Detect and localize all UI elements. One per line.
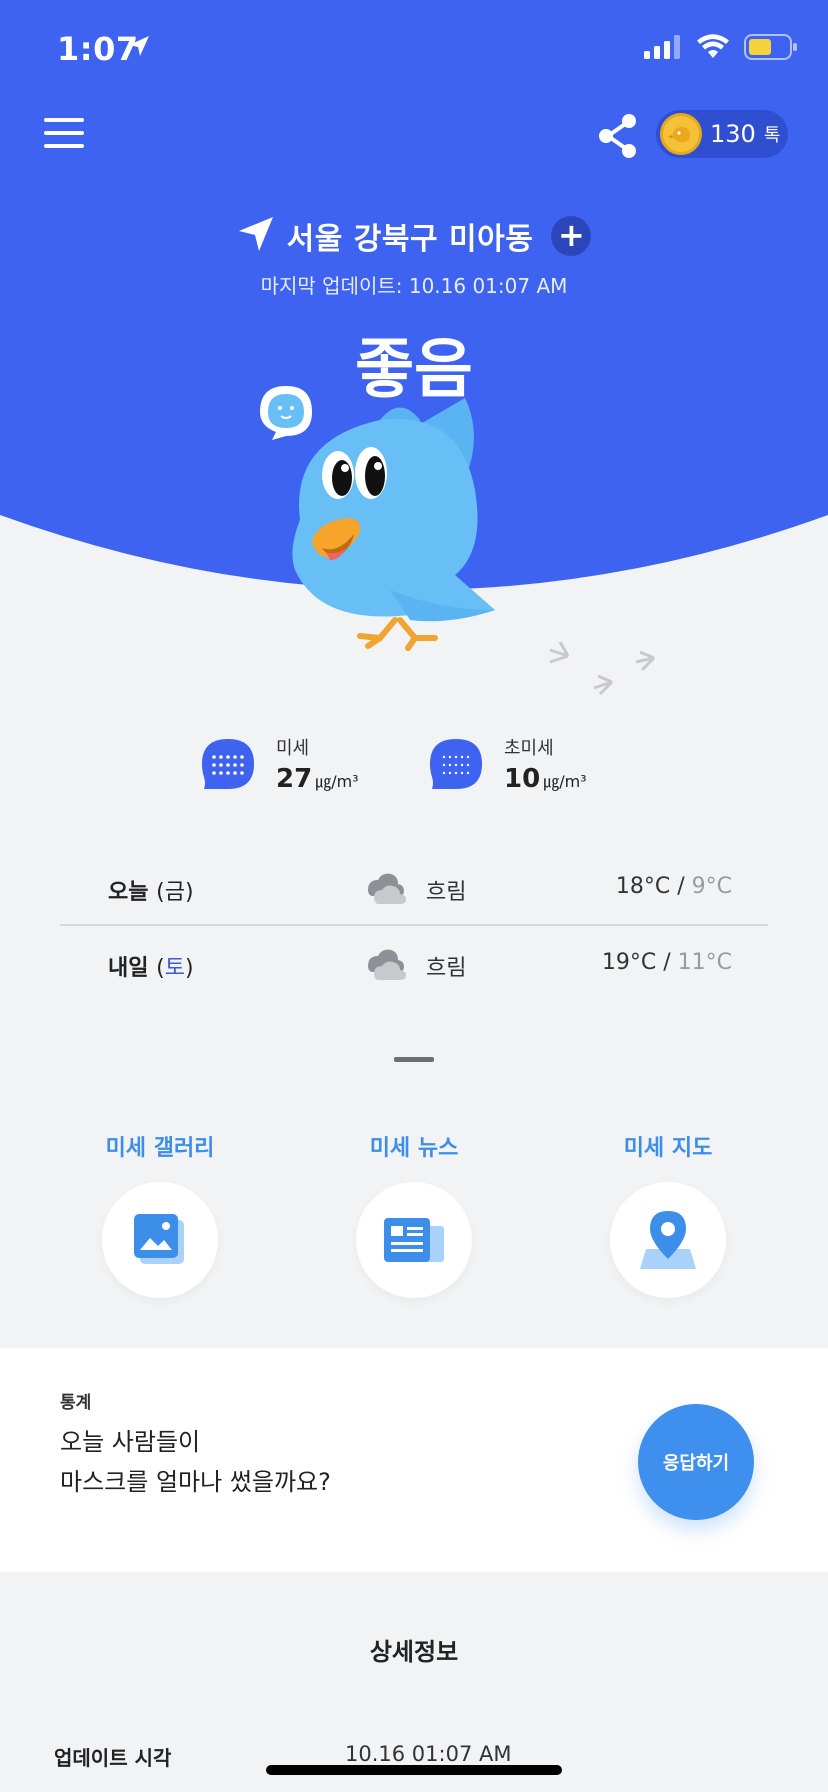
footprint-icon [549,641,656,696]
location-arrow-icon [127,34,151,62]
forecast-dow: 토 [164,956,185,981]
speech-bubble-icon [260,386,312,440]
forecast-day: 오늘 [108,880,149,905]
survey-question-line2: 마스크를 얼마나 썼을까요? [60,1468,331,1496]
quick-link-title: 미세 뉴스 [369,1136,459,1161]
cellular-signal-icon [644,35,682,63]
forecast-low: 11°C [677,950,732,975]
ultra-fine-dust-value: 10 [504,764,541,794]
add-location-button[interactable]: + [551,216,592,256]
quick-link-map[interactable]: 미세 지도 [568,1130,768,1298]
coin-count: 130 [710,120,756,148]
hamburger-menu-icon[interactable] [44,118,84,154]
details-label: 업데이트 시각 [54,1746,172,1770]
home-indicator[interactable] [266,1765,562,1775]
forecast-low: 9°C [691,874,732,899]
top-bar: 130 톡 [0,108,828,168]
details-title: 상세정보 [369,1638,459,1666]
share-icon[interactable] [596,112,640,160]
ultra-fine-dust-label: 초미세 [504,738,554,759]
forecast-row-today[interactable]: 오늘 (금) 흐림 18°C / 9°C [60,850,768,924]
survey-tag: 통계 [60,1393,92,1413]
battery-icon [744,34,798,64]
fine-dust-icon [202,739,254,789]
last-update-text: 마지막 업데이트: 10.16 01:07 AM [260,274,568,298]
ultra-fine-dust-icon [430,739,482,789]
forecast-condition: 흐림 [426,956,467,981]
navigation-arrow-icon [237,215,275,257]
gallery-icon [134,1214,184,1264]
quick-link-title: 미세 지도 [623,1136,713,1161]
map-pin-icon [640,1211,696,1269]
forecast-list: 오늘 (금) 흐림 18°C / 9°C 내일 (토) 흐림 19°C / 11… [60,850,768,998]
bird-mascot-illustration [250,380,690,700]
fine-dust-item[interactable]: 미세 27 ㎍/m³ [200,734,359,794]
coin-balance-button[interactable]: 130 톡 [656,110,788,158]
forecast-row-tomorrow[interactable]: 내일 (토) 흐림 19°C / 11°C [60,924,768,998]
quick-links: 미세 갤러리 미세 뉴스 미세 지도 [0,1130,828,1300]
fine-dust-unit: ㎍/m³ [315,772,359,791]
location-row: 서울 강북구 미아동 + [0,214,828,258]
details-section: 상세정보 업데이트 시각 10.16 01:07 AM [0,1572,828,1792]
location-name[interactable]: 서울 강북구 미아동 [287,214,534,258]
status-bar: 1:07 [0,0,828,100]
dust-summary: 미세 27 ㎍/m³ 초미세 10 ㎍/m³ [0,734,828,794]
drag-handle[interactable] [394,1057,434,1062]
mask-survey-card: 통계 오늘 사람들이 마스크를 얼마나 썼을까요? 응답하기 [0,1348,828,1572]
coin-unit: 톡 [763,125,781,146]
quick-link-gallery[interactable]: 미세 갤러리 [60,1130,260,1298]
cloudy-icon [360,868,410,910]
forecast-condition: 흐림 [426,880,467,905]
bird-coin-icon [660,113,702,155]
forecast-day: 내일 [108,956,149,981]
fine-dust-value: 27 [276,764,313,794]
forecast-dow: 금 [164,880,185,905]
cloudy-icon [360,944,410,986]
ultra-fine-dust-unit: ㎍/m³ [543,772,587,791]
forecast-high: 18°C [615,874,671,899]
answer-button[interactable]: 응답하기 [638,1404,754,1520]
news-icon [384,1218,444,1262]
quick-link-news[interactable]: 미세 뉴스 [314,1130,514,1298]
wifi-icon [696,34,730,64]
ultra-fine-dust-item[interactable]: 초미세 10 ㎍/m³ [428,734,587,794]
forecast-high: 19°C [601,950,657,975]
quick-link-title: 미세 갤러리 [105,1136,215,1161]
survey-question-line1: 오늘 사람들이 [60,1428,201,1456]
fine-dust-label: 미세 [276,738,310,759]
details-value: 10.16 01:07 AM [345,1742,512,1766]
